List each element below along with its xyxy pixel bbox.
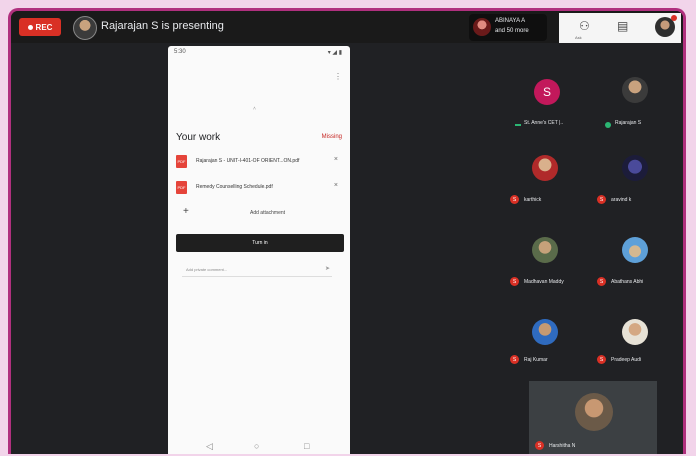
pinned-indicator-icon — [515, 124, 521, 126]
participant-tile-avatar — [622, 77, 648, 103]
avatar — [473, 18, 491, 36]
participant-name: St. Anne's CET |.. — [524, 120, 564, 126]
participant-name: Harshitha N — [549, 443, 576, 449]
remove-attachment-icon[interactable]: × — [334, 182, 338, 189]
shared-phone-screen: 5:30 ▾ ◢ ▮ ⋮ ˄ Your work Missing PDF Raj… — [168, 46, 350, 454]
phone-time: 5:30 — [174, 49, 186, 55]
participant-name: Raj Kumar — [524, 357, 548, 363]
participant-tile-avatar — [622, 237, 648, 263]
phone-nav-bar: ◁ ○ □ — [168, 439, 350, 454]
home-icon[interactable]: ○ — [254, 441, 259, 451]
private-comment-input[interactable]: Add private comment... ➤ — [182, 264, 332, 277]
notification-dot — [671, 15, 677, 21]
summary-name: ABINAYA A — [495, 18, 526, 24]
participant-name: Abathans Abhi — [611, 279, 644, 285]
send-icon[interactable]: ➤ — [325, 265, 330, 272]
mic-off-icon: S — [535, 441, 544, 450]
record-dot-icon — [27, 24, 33, 30]
chat-icon[interactable]: ▤ — [617, 19, 628, 33]
participant-name: Rajarajan S — [615, 120, 642, 126]
participant-summary-pill[interactable]: ABINAYA A and 50 more — [469, 14, 547, 41]
participant-name: Madhavan Maddy — [524, 279, 564, 285]
summary-count: and 50 more — [495, 28, 529, 34]
pdf-file-icon: PDF — [176, 181, 187, 194]
comment-placeholder: Add private comment... — [186, 267, 228, 272]
top-controls: ⚇ Ask ▤ — [559, 13, 681, 43]
more-options-icon[interactable]: ⋮ — [334, 72, 342, 81]
attachment-item[interactable]: PDF Remedy Counselling Schedule.pdf × — [174, 180, 344, 196]
participant-tile-avatar — [532, 155, 558, 181]
participant-tile-avatar — [622, 155, 648, 181]
recent-apps-icon[interactable]: □ — [304, 441, 309, 451]
phone-status-bar: 5:30 ▾ ◢ ▮ — [168, 46, 350, 60]
presenter-avatar — [73, 16, 97, 40]
remove-attachment-icon[interactable]: × — [334, 156, 338, 163]
your-work-heading: Your work — [176, 132, 221, 143]
back-icon[interactable]: ◁ — [206, 441, 213, 452]
mic-off-icon: S — [510, 277, 519, 286]
participant-tile-avatar — [532, 319, 558, 345]
chevron-up-icon[interactable]: ˄ — [253, 106, 256, 112]
mic-off-icon: S — [510, 355, 519, 364]
add-attachment-button[interactable]: Add attachment — [250, 210, 285, 216]
mic-off-icon: S — [597, 195, 606, 204]
plus-icon[interactable]: + — [183, 206, 189, 217]
participant-tile-avatar — [532, 237, 558, 263]
participant-tile-avatar — [575, 393, 613, 431]
speaking-indicator-icon — [605, 122, 611, 128]
presenting-status: Rajarajan S is presenting — [101, 20, 224, 32]
participant-tile-avatar — [622, 319, 648, 345]
people-icon[interactable]: ⚇ — [579, 19, 590, 33]
mic-off-icon: S — [597, 355, 606, 364]
recording-label: REC — [35, 22, 53, 32]
participant-name: karthick — [524, 197, 542, 203]
participant-name: aravind k — [611, 197, 632, 203]
top-bar: REC Rajarajan S is presenting ABINAYA A … — [11, 11, 683, 43]
controls-label: Ask — [575, 35, 582, 40]
pdf-file-icon: PDF — [176, 155, 187, 168]
meet-window: REC Rajarajan S is presenting ABINAYA A … — [8, 8, 686, 454]
participant-tile-avatar: S — [534, 79, 560, 105]
phone-status-icons: ▾ ◢ ▮ — [327, 50, 342, 56]
recording-badge: REC — [19, 18, 61, 36]
turn-in-button[interactable]: Turn in — [176, 234, 344, 252]
attachment-name: Remedy Counselling Schedule.pdf — [196, 184, 273, 190]
participant-tile: S Harshitha N — [529, 381, 657, 454]
mic-off-icon: S — [597, 277, 606, 286]
attachment-item[interactable]: PDF Rajarajan S - UNIT-I-401-OF ORIENT..… — [174, 154, 344, 170]
attachment-name: Rajarajan S - UNIT-I-401-OF ORIENT...ON.… — [196, 158, 300, 164]
participant-name: Pradeep Audi — [611, 357, 642, 363]
mic-off-icon: S — [510, 195, 519, 204]
missing-status: Missing — [321, 134, 342, 140]
